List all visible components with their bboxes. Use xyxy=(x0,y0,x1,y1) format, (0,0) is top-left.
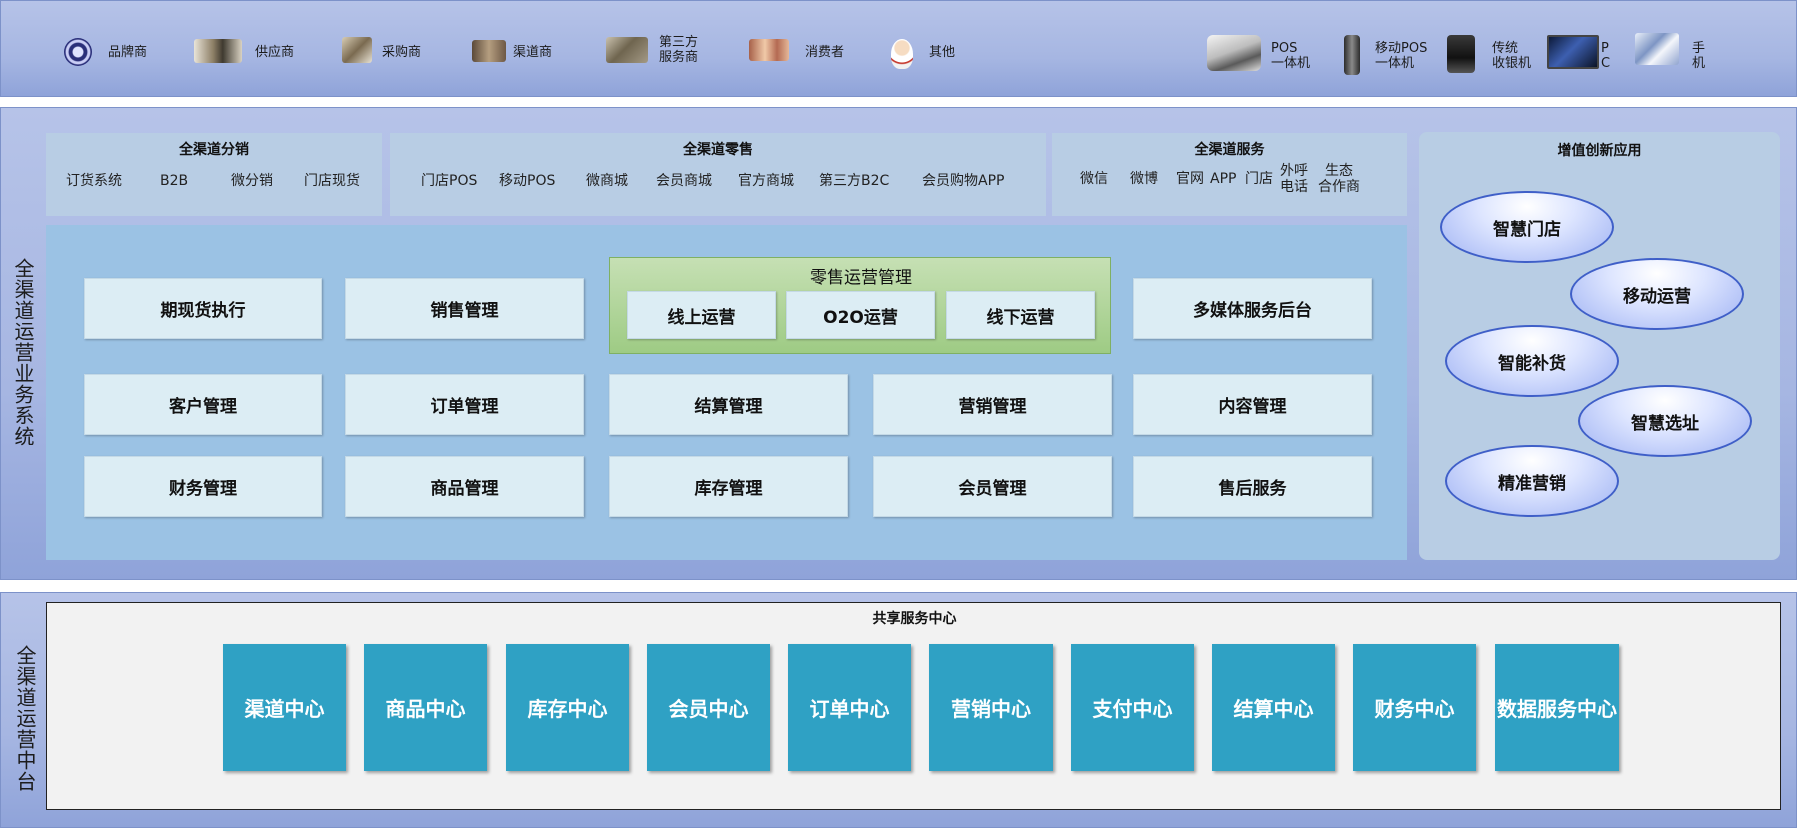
business-system-side-label: 全渠道运营业务系统 xyxy=(11,258,35,447)
module-member[interactable]: 会员管理 xyxy=(873,456,1112,517)
other-person-icon xyxy=(891,39,913,69)
center-finance[interactable]: 财务中心 xyxy=(1353,644,1476,771)
center-settlement[interactable]: 结算中心 xyxy=(1212,644,1335,771)
module-finance[interactable]: 财务管理 xyxy=(84,456,322,517)
app-mobile-ops[interactable]: 移动运营 xyxy=(1570,258,1744,330)
distribution-box: 全渠道分销 订货系统 B2B 微分销 门店现货 xyxy=(46,133,382,216)
device-label-pc: P C xyxy=(1601,41,1611,71)
center-data-service[interactable]: 数据服务中心 xyxy=(1495,644,1619,771)
retail-item: 会员购物APP xyxy=(922,173,1005,189)
pos-terminal-icon xyxy=(1207,35,1261,71)
actor-label-third-party: 第三方 服务商 xyxy=(659,35,699,65)
module-online-ops[interactable]: 线上运营 xyxy=(627,291,776,339)
service-item: 微信 xyxy=(1080,171,1108,187)
module-content[interactable]: 内容管理 xyxy=(1133,374,1372,435)
device-label-mobile-pos: 移动POS 一体机 xyxy=(1375,41,1428,71)
distribution-item: 门店现货 xyxy=(304,173,360,189)
center-order[interactable]: 订单中心 xyxy=(788,644,911,771)
actor-label-consumer: 消费者 xyxy=(805,45,845,60)
service-box: 全渠道服务 微信 微博 官网 APP 门店 外呼 电话 生态 合作商 xyxy=(1052,133,1407,216)
center-marketing[interactable]: 营销中心 xyxy=(929,644,1053,771)
retail-item: 官方商城 xyxy=(738,173,794,189)
shared-service-title: 共享服务中心 xyxy=(872,611,957,627)
consumer-photo-icon xyxy=(749,39,789,61)
actor-bar: 品牌商 供应商 采购商 渠道商 第三方 服务商 消费者 其他 POS 一体机 移… xyxy=(0,0,1797,97)
distribution-item: 订货系统 xyxy=(66,173,122,189)
brand-seal-icon xyxy=(64,38,92,66)
service-item: APP xyxy=(1210,171,1237,187)
app-precise-marketing[interactable]: 精准营销 xyxy=(1445,445,1619,517)
module-multimedia-backend[interactable]: 多媒体服务后台 xyxy=(1133,278,1372,339)
module-after-sales[interactable]: 售后服务 xyxy=(1133,456,1372,517)
actor-label-brand: 品牌商 xyxy=(108,45,148,60)
app-smart-store[interactable]: 智慧门店 xyxy=(1440,191,1614,263)
service-title: 全渠道服务 xyxy=(1194,142,1265,158)
buyer-photo-icon xyxy=(342,37,372,63)
service-item: 生态 合作商 xyxy=(1318,163,1360,195)
service-item: 微博 xyxy=(1130,171,1158,187)
retail-item: 移动POS xyxy=(499,173,556,189)
distribution-item: B2B xyxy=(160,173,189,189)
module-futures-execution[interactable]: 期现货执行 xyxy=(84,278,322,339)
retail-title: 全渠道零售 xyxy=(683,142,753,158)
mobile-pos-icon xyxy=(1344,35,1360,75)
module-marketing[interactable]: 营销管理 xyxy=(873,374,1112,435)
center-member[interactable]: 会员中心 xyxy=(647,644,770,771)
device-label-phone: 手 机 xyxy=(1692,41,1706,71)
module-offline-ops[interactable]: 线下运营 xyxy=(946,291,1095,339)
retail-item: 会员商城 xyxy=(656,173,712,189)
module-customer[interactable]: 客户管理 xyxy=(84,374,322,435)
actor-label-other: 其他 xyxy=(929,45,956,60)
app-smart-site[interactable]: 智慧选址 xyxy=(1578,385,1752,457)
retail-item: 门店POS xyxy=(421,173,478,189)
module-inventory[interactable]: 库存管理 xyxy=(609,456,848,517)
module-o2o-ops[interactable]: O2O运营 xyxy=(786,291,935,339)
retail-box: 全渠道零售 门店POS 移动POS 微商城 会员商城 官方商城 第三方B2C 会… xyxy=(390,133,1046,216)
cash-register-icon xyxy=(1447,35,1475,73)
module-settlement[interactable]: 结算管理 xyxy=(609,374,848,435)
channel-photo-icon xyxy=(472,40,506,62)
retail-item: 微商城 xyxy=(586,173,628,189)
actor-label-buyer: 采购商 xyxy=(382,45,422,60)
middle-platform-side-label: 全渠道运营中台 xyxy=(13,645,37,792)
service-item: 官网 xyxy=(1176,171,1204,187)
retail-ops-title: 零售运营管理 xyxy=(810,268,912,288)
service-item: 门店 xyxy=(1245,171,1273,187)
actor-label-supplier: 供应商 xyxy=(255,45,295,60)
supplier-photo-icon xyxy=(194,39,242,63)
module-sales[interactable]: 销售管理 xyxy=(345,278,584,339)
distribution-title: 全渠道分销 xyxy=(179,142,249,158)
retail-item: 第三方B2C xyxy=(819,173,890,189)
mobile-phone-icon xyxy=(1635,33,1679,65)
third-party-photo-icon xyxy=(606,37,648,63)
center-inventory[interactable]: 库存中心 xyxy=(506,644,629,771)
actor-label-channel: 渠道商 xyxy=(513,45,553,60)
service-item: 外呼 电话 xyxy=(1280,163,1308,195)
center-product[interactable]: 商品中心 xyxy=(364,644,487,771)
distribution-item: 微分销 xyxy=(231,173,273,189)
device-label-pos: POS 一体机 xyxy=(1271,41,1311,71)
device-label-cash-register: 传统 收银机 xyxy=(1492,41,1532,71)
pc-monitor-icon xyxy=(1547,35,1599,69)
module-product[interactable]: 商品管理 xyxy=(345,456,584,517)
center-payment[interactable]: 支付中心 xyxy=(1071,644,1194,771)
app-smart-replenish[interactable]: 智能补货 xyxy=(1445,325,1619,397)
center-channel[interactable]: 渠道中心 xyxy=(223,644,346,771)
module-order[interactable]: 订单管理 xyxy=(345,374,584,435)
value-added-title: 增值创新应用 xyxy=(1557,143,1642,159)
